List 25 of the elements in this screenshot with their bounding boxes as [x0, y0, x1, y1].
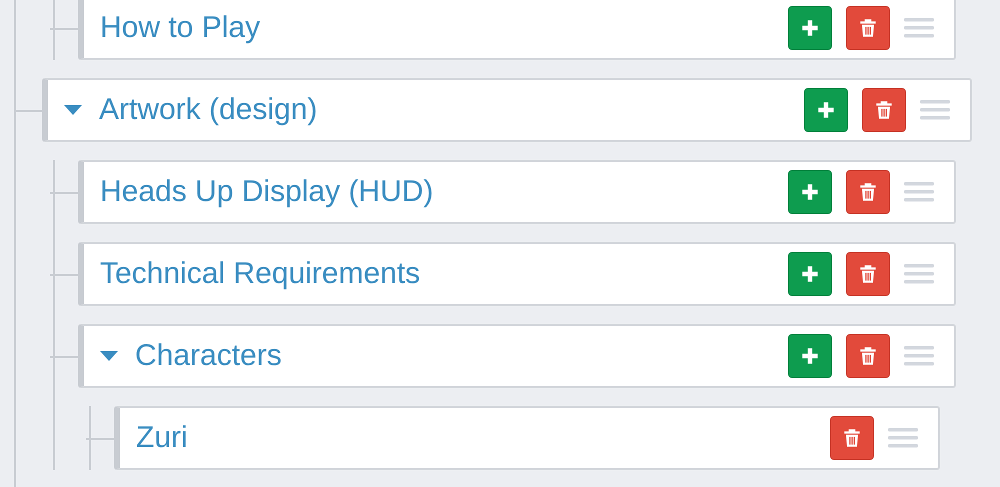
item-title: Artwork (design) [98, 93, 318, 127]
item-title: Zuri [135, 421, 188, 455]
drag-handle-icon[interactable] [904, 181, 934, 203]
delete-button[interactable] [862, 88, 906, 132]
caret-icon[interactable] [64, 105, 82, 115]
delete-button[interactable] [846, 6, 890, 50]
drag-handle-icon[interactable] [904, 345, 934, 367]
delete-button[interactable] [846, 252, 890, 296]
item-title: Technical Requirements [99, 257, 420, 291]
add-button[interactable] [788, 170, 832, 214]
item-title: How to Play [99, 11, 260, 45]
delete-button[interactable] [830, 416, 874, 460]
delete-button[interactable] [846, 170, 890, 214]
drag-handle-icon[interactable] [904, 17, 934, 39]
item-title: Heads Up Display (HUD) [99, 175, 434, 209]
drag-handle-icon[interactable] [888, 427, 918, 449]
drag-handle-icon[interactable] [920, 99, 950, 121]
item-title: Characters [134, 339, 282, 373]
add-button[interactable] [804, 88, 848, 132]
add-button[interactable] [788, 6, 832, 50]
drag-handle-icon[interactable] [904, 263, 934, 285]
add-button[interactable] [788, 334, 832, 378]
delete-button[interactable] [846, 334, 890, 378]
add-button[interactable] [788, 252, 832, 296]
caret-icon[interactable] [100, 351, 118, 361]
